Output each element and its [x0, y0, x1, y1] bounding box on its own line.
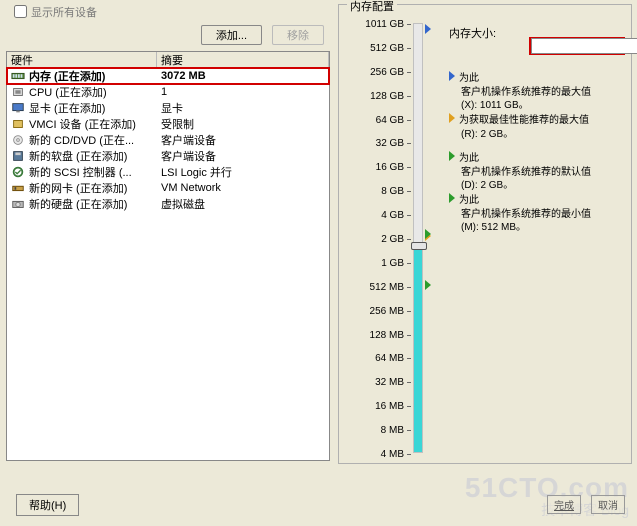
table-row[interactable]: 新的 SCSI 控制器 (... LSI Logic 并行 — [7, 164, 329, 180]
table-row[interactable]: VMCI 设备 (正在添加) 受限制 — [7, 116, 329, 132]
hw-name: 新的 CD/DVD (正在... — [29, 132, 134, 148]
scale-tick: 128 GB — [370, 91, 411, 102]
add-button[interactable]: 添加... — [201, 25, 262, 45]
hardware-list-header: 硬件 摘要 — [7, 52, 329, 68]
hw-summary: 显卡 — [157, 100, 329, 116]
hardware-list[interactable]: 硬件 摘要 内存 (正在添加) 3072 MB CPU (正在添加) 1 显卡 (正在添… — [6, 51, 330, 461]
scale-tick: 32 MB — [375, 377, 411, 388]
memory-scale: 1011 GB 512 GB 256 GB 128 GB 64 GB 32 GB 16 GB… — [349, 19, 411, 455]
memory-slider-thumb[interactable] — [411, 242, 427, 250]
recommendation-text: 为此客户机操作系统推荐的最小值(M): 512 MB。 — [449, 193, 591, 235]
hw-name: 新的网卡 (正在添加) — [29, 180, 127, 196]
table-row[interactable]: 新的网卡 (正在添加) VM Network — [7, 180, 329, 196]
memory-size-input-wrap: ▲▼ — [529, 37, 625, 55]
table-row[interactable]: 显卡 (正在添加) 显卡 — [7, 100, 329, 116]
scale-tick: 8 GB — [381, 186, 411, 197]
table-row[interactable]: 新的硬盘 (正在添加) 虚拟磁盘 — [7, 196, 329, 212]
scale-tick: 256 MB — [370, 306, 411, 317]
cancel-button[interactable]: 取消 — [591, 495, 625, 514]
hw-name: 内存 (正在添加) — [29, 68, 105, 84]
memory-config-title: 内存配置 — [347, 0, 397, 14]
marker-min — [425, 280, 431, 290]
hw-name: VMCI 设备 (正在添加) — [29, 116, 136, 132]
table-row[interactable]: 内存 (正在添加) 3072 MB — [7, 68, 329, 84]
show-all-devices-checkbox[interactable] — [14, 5, 27, 18]
memory-slider-fill — [414, 247, 422, 452]
hw-summary: 1 — [157, 86, 329, 98]
scale-tick: 2 GB — [381, 234, 411, 245]
hw-name: 新的硬盘 (正在添加) — [29, 196, 127, 212]
hw-name: 新的软盘 (正在添加) — [29, 148, 127, 164]
scale-tick: 4 MB — [381, 449, 411, 460]
scale-tick: 64 MB — [375, 353, 411, 364]
scale-tick: 256 GB — [370, 67, 411, 78]
show-all-devices-label: 显示所有设备 — [31, 4, 97, 20]
recommendation-text: 为此客户机操作系统推荐的默认值(D): 2 GB。 — [449, 151, 591, 193]
table-row[interactable]: CPU (正在添加) 1 — [7, 84, 329, 100]
scale-tick: 32 GB — [376, 138, 411, 149]
scale-tick: 512 MB — [370, 282, 411, 293]
table-row[interactable]: 新的软盘 (正在添加) 客户端设备 — [7, 148, 329, 164]
hardware-pane: 显示所有设备 添加... 移除 硬件 摘要 内存 (正在添加) 3072 MB CP… — [6, 0, 330, 468]
recommendation-text: 为获取最佳性能推荐的最大值(R): 2 GB。 — [449, 113, 589, 141]
memory-slider[interactable] — [413, 23, 423, 453]
hw-name: 显卡 (正在添加) — [29, 100, 105, 116]
hw-summary: 客户端设备 — [157, 148, 329, 164]
marker-default — [425, 229, 431, 239]
scale-tick: 8 MB — [381, 425, 411, 436]
hw-summary: 受限制 — [157, 116, 329, 132]
hw-summary: 3072 MB — [157, 70, 329, 82]
memory-size-label: 内存大小: — [449, 25, 496, 41]
scale-tick: 16 MB — [375, 401, 411, 412]
scale-tick: 512 GB — [370, 43, 411, 54]
hw-summary: VM Network — [157, 182, 329, 194]
finish-button[interactable]: 完成 — [547, 495, 581, 514]
scale-tick: 64 GB — [376, 115, 411, 126]
table-row[interactable]: 新的 CD/DVD (正在... 客户端设备 — [7, 132, 329, 148]
col-hardware: 硬件 — [7, 52, 157, 68]
hw-summary: LSI Logic 并行 — [157, 164, 329, 180]
recommendation-text: 为此客户机操作系统推荐的最大值(X): 1011 GB。 — [449, 71, 591, 113]
hw-name: 新的 SCSI 控制器 (... — [29, 164, 132, 180]
memory-size-input[interactable] — [531, 38, 637, 54]
hw-name: CPU (正在添加) — [29, 84, 107, 100]
scale-tick: 1 GB — [381, 258, 411, 269]
help-button[interactable]: 帮助(H) — [16, 494, 79, 516]
scale-tick: 4 GB — [381, 210, 411, 221]
hw-summary: 客户端设备 — [157, 132, 329, 148]
marker-max-guest — [425, 24, 431, 34]
col-summary: 摘要 — [157, 52, 329, 68]
hw-summary: 虚拟磁盘 — [157, 196, 329, 212]
scale-tick: 1011 GB — [365, 19, 411, 30]
memory-config-pane: 内存配置 内存大小: ▲▼ 1011 GB512 GB256 GB128 GB6… — [338, 4, 632, 464]
scale-tick: 16 GB — [376, 162, 411, 173]
remove-button: 移除 — [272, 25, 324, 45]
scale-tick: 128 MB — [370, 330, 411, 341]
